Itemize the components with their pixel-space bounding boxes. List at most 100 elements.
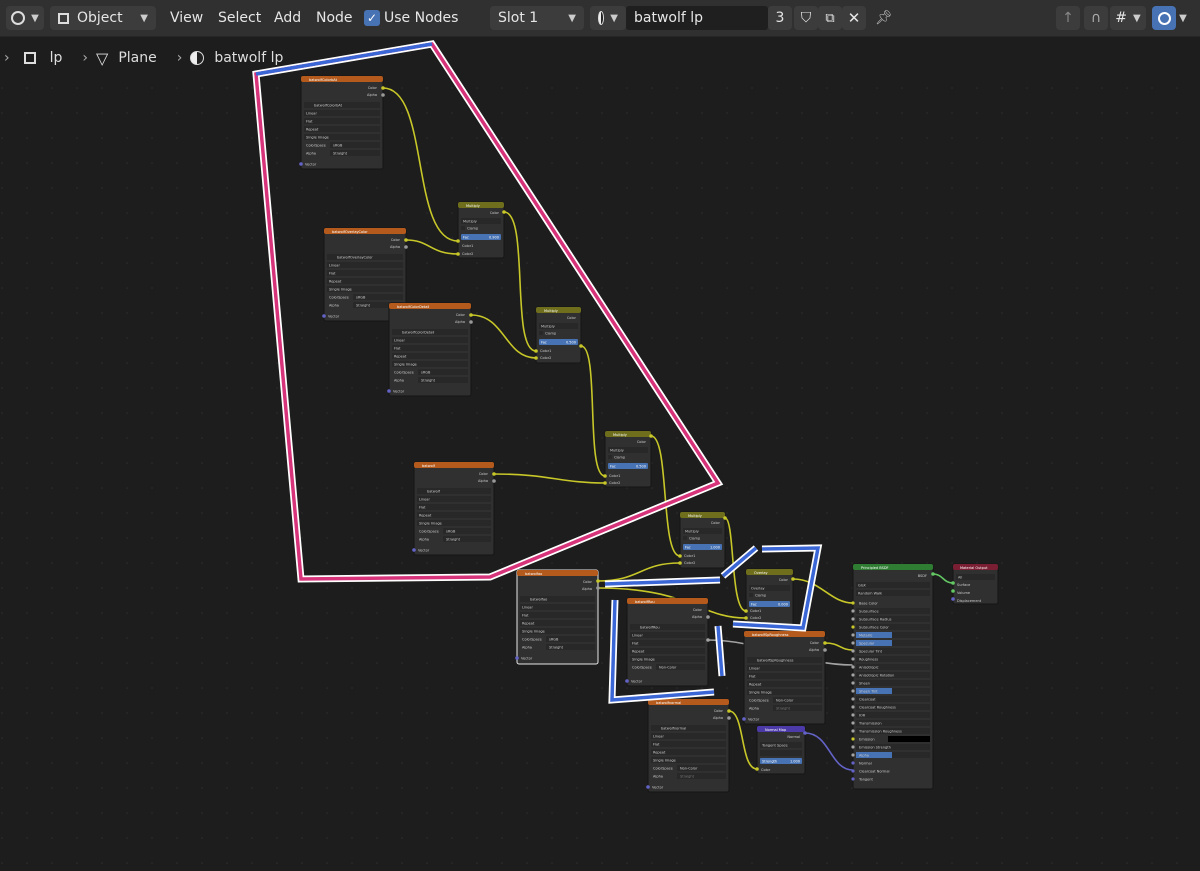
colorspace-dropdown[interactable]: Non-Color (680, 767, 698, 771)
snapping-button[interactable]: ∩ (1084, 6, 1108, 30)
source-dropdown[interactable]: Single Image (419, 522, 442, 526)
mix-node-2[interactable]: Multiply Color Multiply Clamp Fac 0.500 … (534, 306, 583, 364)
strength-slider[interactable]: 1.000 (790, 760, 800, 764)
source-dropdown[interactable]: Single Image (653, 759, 676, 763)
source-dropdown[interactable]: Single Image (306, 136, 329, 140)
image-texture-node-detail[interactable]: batwolfColorDetail Color Alpha batwolfCo… (387, 302, 473, 397)
colorspace-dropdown[interactable]: sRGB (333, 144, 343, 148)
material-output-node[interactable]: Material Output All Surface Volume Displ… (951, 563, 999, 605)
extension-dropdown[interactable]: Repeat (653, 751, 666, 755)
projection-dropdown[interactable]: Flat (329, 272, 336, 276)
menu-node[interactable]: Node (310, 6, 359, 30)
projection-dropdown[interactable]: Flat (419, 506, 426, 510)
clamp-checkbox[interactable]: Clamp (614, 456, 626, 460)
clamp-checkbox[interactable]: Clamp (467, 227, 479, 231)
clamp-checkbox[interactable]: Clamp (689, 537, 701, 541)
fac-slider[interactable]: 0.000 (778, 603, 788, 607)
distribution-dropdown[interactable]: GGX (858, 584, 866, 588)
menu-view[interactable]: View (164, 6, 209, 30)
alpha-dropdown[interactable]: Straight (421, 379, 436, 383)
bsdf-input-socket[interactable] (851, 721, 855, 725)
bsdf-input-socket[interactable] (851, 705, 855, 709)
source-dropdown[interactable]: Single Image (394, 363, 417, 367)
clamp-checkbox[interactable]: Clamp (755, 594, 767, 598)
user-count-button[interactable]: 3 (768, 6, 792, 30)
interp-dropdown[interactable]: Linear (522, 606, 533, 610)
node-canvas[interactable]: batwolfColorbAt Color Alpha batwolfColor… (0, 36, 1200, 871)
blend-mode-dropdown[interactable]: Overlay (751, 587, 765, 591)
bsdf-input-socket[interactable] (851, 609, 855, 613)
bsdf-input-socket[interactable] (851, 601, 855, 605)
extension-dropdown[interactable]: Repeat (329, 280, 342, 284)
material-browse-button[interactable]: ▼ (590, 6, 626, 30)
bsdf-input-socket[interactable] (851, 689, 855, 693)
alpha-dropdown[interactable]: Straight (680, 775, 695, 779)
alpha-dropdown[interactable]: Straight (446, 538, 461, 542)
bsdf-input-socket[interactable] (851, 657, 855, 661)
projection-dropdown[interactable]: Flat (749, 675, 756, 679)
emission-color-swatch[interactable] (888, 736, 930, 742)
object-mode-dropdown[interactable]: Object ▼ (50, 6, 156, 30)
interp-dropdown[interactable]: Linear (394, 339, 405, 343)
extension-dropdown[interactable]: Repeat (394, 355, 407, 359)
interp-dropdown[interactable]: Linear (329, 264, 340, 268)
alpha-dropdown[interactable]: Straight (549, 646, 564, 650)
parent-node-tree-button[interactable]: ↑ (1056, 6, 1080, 30)
projection-dropdown[interactable]: Flat (394, 347, 401, 351)
projection-dropdown[interactable]: Flat (653, 743, 660, 747)
menu-select[interactable]: Select (212, 6, 267, 30)
image-texture-node-colorbat[interactable]: batwolfColorbAt Color Alpha batwolfColor… (299, 75, 385, 170)
alpha-dropdown[interactable]: Straight (776, 707, 791, 711)
bsdf-input-socket[interactable] (851, 713, 855, 717)
blend-mode-dropdown[interactable]: Multiply (463, 220, 477, 224)
snap-target-dropdown[interactable]: # ▼ (1110, 6, 1146, 30)
bsdf-input-socket[interactable] (851, 641, 855, 645)
image-texture-node-roughness[interactable]: batwolfRou Color Alpha batwolfRou Linear… (625, 597, 710, 687)
mix-node-1[interactable]: Multiply Color Multiply Clamp Fac 0.900 … (456, 201, 506, 259)
interp-dropdown[interactable]: Linear (632, 634, 643, 638)
bsdf-input-socket[interactable] (851, 673, 855, 677)
interp-dropdown[interactable]: Linear (419, 498, 430, 502)
use-nodes-toggle[interactable]: ✓ Use Nodes (364, 6, 458, 30)
projection-dropdown[interactable]: Flat (522, 614, 529, 618)
image-texture-node-normal[interactable]: batwolfnormal Color Alpha batwolfnormal … (646, 698, 731, 793)
alpha-dropdown[interactable]: Straight (333, 152, 348, 156)
bsdf-input-socket[interactable] (851, 697, 855, 701)
image-texture-node-bat[interactable]: batwolf Color Alpha batwolf Linear Flat … (412, 461, 496, 556)
bsdf-input-socket[interactable] (851, 617, 855, 621)
mix-node-5[interactable]: Overlay Color Overlay Clamp Fac 0.000 Co… (744, 568, 795, 626)
blend-mode-dropdown[interactable]: Multiply (541, 325, 555, 329)
extension-dropdown[interactable]: Repeat (522, 622, 535, 626)
source-dropdown[interactable]: Single Image (632, 658, 655, 662)
image-texture-node-sproughness[interactable]: batwolfSpRoughness Color Alpha batwolfSp… (742, 630, 827, 725)
source-dropdown[interactable]: Single Image (329, 288, 352, 292)
projection-dropdown[interactable]: Flat (632, 642, 639, 646)
bsdf-input-socket[interactable] (851, 681, 855, 685)
blend-mode-dropdown[interactable]: Multiply (685, 530, 699, 534)
bsdf-input-field[interactable] (856, 712, 930, 718)
interp-dropdown[interactable]: Linear (653, 735, 664, 739)
duplicate-material-button[interactable]: ⧉ (818, 6, 842, 30)
slot-dropdown[interactable]: Slot 1 ▼ (490, 6, 584, 30)
subsurface-method-dropdown[interactable]: Random Walk (858, 592, 883, 596)
bsdf-input-socket[interactable] (851, 625, 855, 629)
bsdf-input-socket[interactable] (851, 753, 855, 757)
mix-node-3[interactable]: Multiply Color Multiply Clamp Fac 0.500 … (603, 430, 653, 488)
source-dropdown[interactable]: Single Image (522, 630, 545, 634)
editor-type-dropdown[interactable]: ▼ (6, 6, 44, 30)
overlays-toggle[interactable] (1152, 6, 1176, 30)
mix-node-4[interactable]: Multiply Color Multiply Clamp Fac 1.000 … (678, 511, 727, 569)
fac-slider[interactable]: 0.500 (566, 341, 576, 345)
image-texture-node-ao[interactable]: batwolfao Color Alpha batwolfao Linear F… (515, 569, 600, 665)
colorspace-dropdown[interactable]: sRGB (356, 296, 366, 300)
fac-slider[interactable]: 0.900 (489, 236, 499, 240)
extension-dropdown[interactable]: Repeat (749, 683, 762, 687)
projection-dropdown[interactable]: Flat (306, 120, 313, 124)
bsdf-input-socket[interactable] (851, 737, 855, 741)
alpha-dropdown[interactable]: Straight (356, 304, 371, 308)
colorspace-dropdown[interactable]: sRGB (549, 638, 559, 642)
interp-dropdown[interactable]: Linear (306, 112, 317, 116)
normal-map-node[interactable]: Normal Map Normal Tangent Space Strength… (755, 725, 807, 775)
extension-dropdown[interactable]: Repeat (306, 128, 319, 132)
unlink-material-button[interactable]: ✕ (842, 6, 866, 30)
